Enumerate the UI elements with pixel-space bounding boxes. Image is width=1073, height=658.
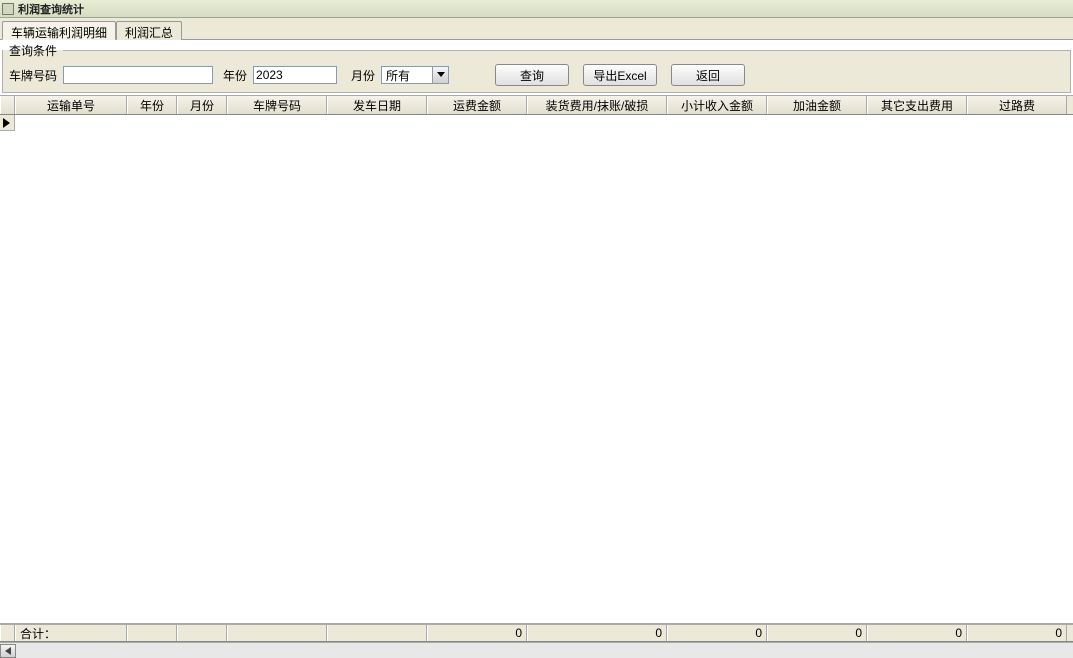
current-row-indicator [0,115,1073,131]
footer-total-label: 合计： [15,625,127,641]
year-label: 年份 [223,67,247,84]
footer-fuel-amount: 0 [767,625,867,641]
footer-other-expense: 0 [867,625,967,641]
month-label: 月份 [351,67,375,84]
footer-plate [227,625,327,641]
plate-number-label: 车牌号码 [9,67,57,84]
footer-month [177,625,227,641]
col-subtotal-income[interactable]: 小计收入金额 [667,96,767,114]
tab-vehicle-profit-detail[interactable]: 车辆运输利润明细 [2,21,116,40]
col-departure-date[interactable]: 发车日期 [327,96,427,114]
month-select-value: 所有 [382,67,432,84]
grid-header: 运输单号 年份 月份 车牌号码 发车日期 运费金额 装货费用/抹账/破损 小计收… [0,95,1073,115]
back-button[interactable]: 返回 [671,64,745,86]
query-panel-legend: 查询条件 [3,41,63,60]
month-select[interactable]: 所有 [381,66,449,84]
arrow-left-icon [5,647,11,655]
col-plate-number[interactable]: 车牌号码 [227,96,327,114]
row-selector-header[interactable] [0,96,15,114]
year-input[interactable] [253,66,337,84]
col-year[interactable]: 年份 [127,96,177,114]
col-loading-fee-writeoff-damage[interactable]: 装货费用/抹账/破损 [527,96,667,114]
window-title: 利润查询统计 [18,1,84,17]
tab-bar: 车辆运输利润明细 利润汇总 [0,18,1073,40]
export-excel-button[interactable]: 导出Excel [583,64,657,86]
window-icon [2,3,14,15]
footer-year [127,625,177,641]
horizontal-scrollbar[interactable] [0,642,1073,658]
grid-footer: 合计： 0 0 0 0 0 0 [0,624,1073,642]
footer-freight-amount: 0 [427,625,527,641]
row-pointer-icon [3,118,11,128]
tab-profit-summary[interactable]: 利润汇总 [116,21,182,40]
title-bar: 利润查询统计 [0,0,1073,18]
data-grid: 运输单号 年份 月份 车牌号码 发车日期 运费金额 装货费用/抹账/破损 小计收… [0,95,1073,658]
footer-row-selector [0,625,15,641]
footer-loading-fee: 0 [527,625,667,641]
col-other-expense[interactable]: 其它支出费用 [867,96,967,114]
col-month[interactable]: 月份 [177,96,227,114]
col-fuel-amount[interactable]: 加油金额 [767,96,867,114]
row-selector-cell[interactable] [0,115,15,131]
plate-number-input[interactable] [63,66,213,84]
col-toll-fee[interactable]: 过路费 [967,96,1067,114]
col-freight-amount[interactable]: 运费金额 [427,96,527,114]
col-transport-order-no[interactable]: 运输单号 [15,96,127,114]
scroll-left-button[interactable] [0,644,16,658]
footer-toll-fee: 0 [967,625,1067,641]
query-conditions-panel: 查询条件 车牌号码 年份 月份 所有 查询 导出Excel 返回 [2,41,1071,93]
footer-subtotal-income: 0 [667,625,767,641]
footer-departure [327,625,427,641]
dropdown-arrow-icon [432,67,448,83]
query-button[interactable]: 查询 [495,64,569,86]
grid-body[interactable] [0,115,1073,624]
query-row: 车牌号码 年份 月份 所有 查询 导出Excel 返回 [3,60,1070,92]
